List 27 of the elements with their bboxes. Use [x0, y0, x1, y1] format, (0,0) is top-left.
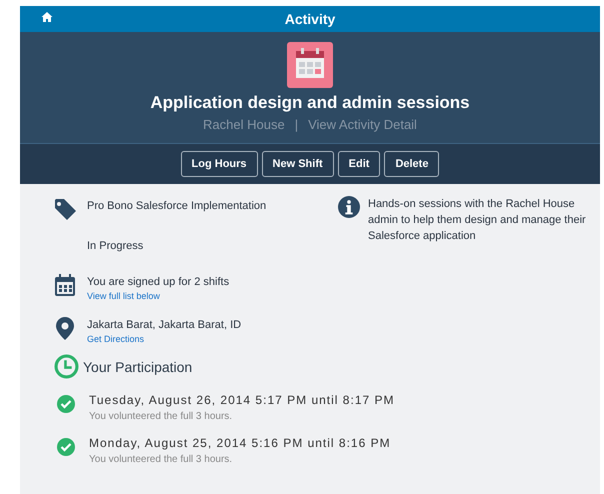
detail-text: You are signed up for 2 shifts — [87, 276, 230, 288]
detail-text: Jakarta Barat, Jakarta Barat, ID — [87, 319, 242, 331]
location-pin-icon — [53, 315, 77, 341]
shift-note: You volunteered the full 3 hours. — [89, 454, 234, 465]
section-heading: Your Participation — [83, 358, 192, 374]
calendar-icon — [287, 42, 333, 88]
activity-description: Hands-on sessions with the Rachel House admin to help them design and manage their Salesforce application — [368, 197, 587, 244]
clock-icon — [54, 354, 79, 379]
action-button[interactable]: New Shift — [262, 151, 334, 177]
detail-link[interactable]: View full list below — [87, 291, 230, 301]
detail-link[interactable]: Get Directions — [87, 334, 242, 344]
action-button[interactable]: Edit — [338, 151, 380, 177]
organization-name: Rachel House — [203, 117, 285, 132]
tag-icon — [53, 196, 77, 222]
action-button[interactable]: Delete — [384, 151, 440, 177]
info-icon — [338, 196, 360, 218]
status-text: In Progress — [87, 240, 144, 252]
shift-note: You volunteered the full 3 hours. — [89, 411, 234, 422]
home-icon[interactable] — [41, 11, 53, 23]
shift-time: Monday, August 25, 2014 5:16 PM until 8:16 PM — [89, 436, 391, 450]
shift-time: Tuesday, August 26, 2014 5:17 PM until 8:17 PM — [89, 393, 394, 407]
detail-text: Pro Bono Salesforce Implementation — [87, 200, 266, 212]
activity-title: Application design and admin sessions — [150, 93, 470, 113]
calendar-icon — [53, 272, 77, 298]
separator: | — [294, 117, 298, 132]
page-title: Activity — [284, 11, 336, 27]
action-button[interactable]: Log Hours — [180, 151, 258, 177]
